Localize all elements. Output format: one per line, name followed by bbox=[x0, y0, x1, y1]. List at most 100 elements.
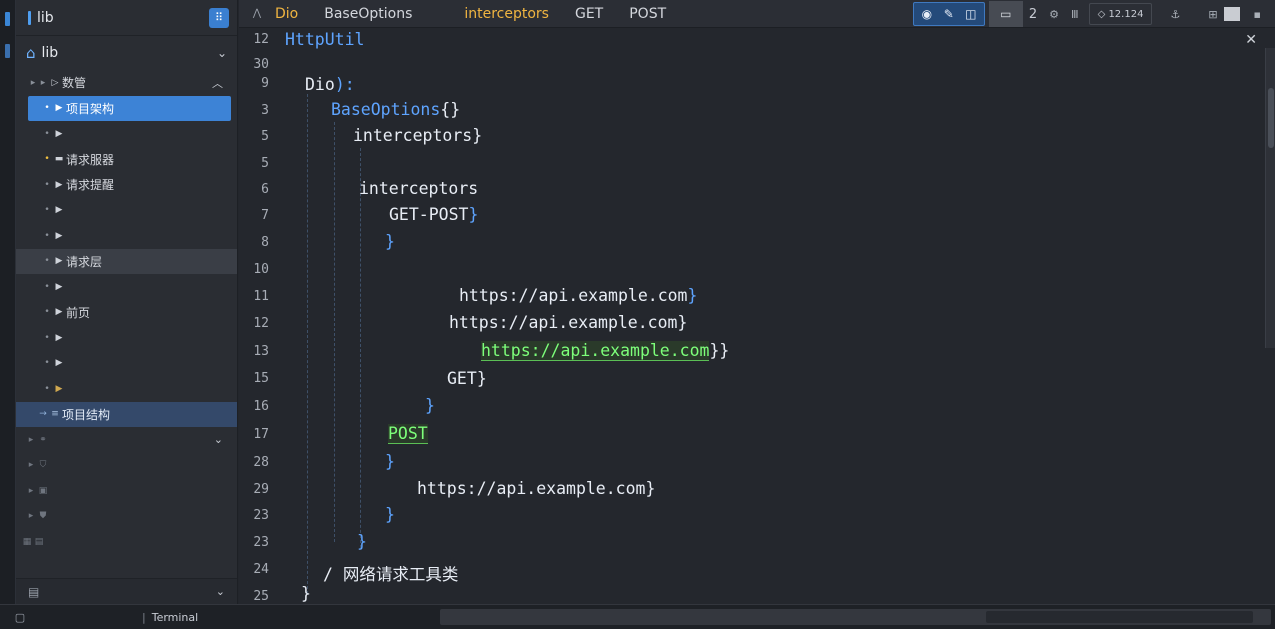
sidebar-title: lib bbox=[37, 9, 54, 26]
line-number: 23 bbox=[253, 508, 269, 523]
bullet-icon: • bbox=[44, 179, 50, 190]
code-token: } bbox=[301, 584, 311, 603]
chevron-up-icon[interactable]: ︿ bbox=[212, 75, 223, 91]
tree-item[interactable]: • ▶ bbox=[16, 198, 237, 224]
activity-bar bbox=[0, 0, 16, 604]
scrollbar-thumb[interactable] bbox=[986, 611, 1253, 623]
code-token: GET bbox=[447, 369, 477, 388]
scrollbar-thumb[interactable] bbox=[1268, 88, 1274, 148]
tree-item-label: 请求提醒 bbox=[66, 178, 115, 193]
project-header[interactable]: ⌂ lib ⌄ bbox=[16, 36, 237, 70]
triangle-right-icon: ▶ bbox=[55, 281, 63, 292]
device-icon[interactable]: ▭ bbox=[988, 1, 1023, 27]
tree-item[interactable]: ▸ ⚭ ⌄ bbox=[16, 427, 237, 453]
triangle-right-icon: ▶ bbox=[55, 383, 63, 394]
tree-item-active[interactable]: → ≡ 项目结构 bbox=[16, 401, 237, 427]
chevron-up-icon[interactable]: ⋀ bbox=[239, 8, 275, 19]
tree-item[interactable]: • ▶ bbox=[16, 325, 237, 351]
line-number: 3 bbox=[261, 103, 269, 118]
code-token: Dio bbox=[305, 75, 335, 94]
editor-scrollbar[interactable] bbox=[1265, 48, 1275, 348]
line-number: 28 bbox=[253, 455, 269, 470]
tree-item[interactable]: • ▶ bbox=[16, 351, 237, 377]
breadcrumb-item[interactable]: Dio bbox=[275, 6, 298, 22]
code-line: } bbox=[301, 584, 311, 603]
project-name: lib bbox=[41, 45, 59, 61]
code-token: } bbox=[476, 369, 487, 388]
code-token: } bbox=[677, 313, 688, 332]
grid-icon[interactable]: ⠿ bbox=[209, 7, 229, 28]
chevron-down-icon[interactable]: ⌄ bbox=[216, 585, 225, 598]
indent-guide bbox=[334, 122, 335, 542]
triangle-right-icon: ▶ bbox=[55, 179, 63, 190]
tree-item[interactable]: • ▶ 请求提醒 bbox=[16, 172, 237, 198]
square-icon[interactable] bbox=[1223, 7, 1240, 21]
code-token: GET-POST bbox=[389, 205, 469, 224]
code-token: } bbox=[719, 341, 730, 360]
tree-item[interactable]: • ▶ bbox=[16, 274, 237, 300]
globe-icon[interactable]: ◉ bbox=[916, 7, 938, 21]
code-token: https://api.example.com bbox=[417, 479, 646, 498]
line-number: 25 bbox=[253, 589, 269, 604]
terminal-tab[interactable]: Terminal bbox=[142, 611, 199, 624]
code-token: } bbox=[425, 396, 435, 415]
breadcrumb-item[interactable]: POST bbox=[629, 6, 666, 22]
line-number: 5 bbox=[261, 129, 269, 144]
code-token: } bbox=[385, 452, 395, 471]
editor-toolbar: ⋀ Dio BaseOptions interceptors GET POST … bbox=[239, 0, 1275, 28]
tree-item[interactable]: ▦ ▤ bbox=[16, 529, 237, 555]
arrow-icon: → bbox=[39, 409, 47, 420]
layout-icon[interactable]: ⊞ bbox=[1202, 8, 1223, 21]
tree-item[interactable]: ▸ ⛉ bbox=[16, 453, 237, 479]
edit-icon[interactable]: ✎ bbox=[938, 7, 960, 21]
triangle-right-icon: ▶ bbox=[55, 205, 63, 216]
position-box[interactable]: ◇ 12.124 bbox=[1088, 3, 1153, 25]
activity-marker[interactable] bbox=[5, 12, 10, 26]
bullet-icon: • bbox=[44, 383, 50, 394]
code-line: interceptors bbox=[359, 179, 478, 198]
line-number: 7 bbox=[261, 208, 269, 223]
code-token: } bbox=[385, 505, 395, 524]
shield-icon: ⛉ bbox=[39, 460, 47, 471]
breadcrumb-item[interactable]: interceptors bbox=[464, 6, 549, 22]
tree-item[interactable]: • ▶ 项目架构 bbox=[28, 95, 231, 121]
code-token: } bbox=[357, 532, 367, 551]
sidebar: lib ⠿ ⌂ lib ⌄ ▸ ▸ ▷ 数管 ︿ • ▶ 项目架构 • ▶ • … bbox=[16, 0, 238, 604]
code-token: } bbox=[468, 205, 479, 224]
code-line: interceptors} bbox=[353, 126, 482, 145]
cursor-position: 12.124 bbox=[1108, 8, 1144, 20]
breadcrumb-item[interactable]: BaseOptions bbox=[324, 6, 412, 22]
breadcrumb-item[interactable]: GET bbox=[575, 6, 603, 22]
chevron-down-icon[interactable]: ⌄ bbox=[214, 433, 223, 446]
bars-icon[interactable]: Ⅲ bbox=[1065, 8, 1085, 21]
anchor-icon[interactable]: ⚓ bbox=[1164, 8, 1186, 21]
settings-icon[interactable]: ⚙ bbox=[1043, 8, 1065, 21]
tree-item[interactable]: • ▶ bbox=[16, 223, 237, 249]
sidebar-footer[interactable]: ▤ ⌄ bbox=[16, 578, 237, 604]
code-token: interceptors bbox=[359, 179, 479, 198]
tree-item[interactable]: • ▶ 前页 bbox=[16, 300, 237, 326]
close-icon[interactable]: ✕ bbox=[1245, 32, 1257, 48]
tree-item[interactable]: • ▶ 请求层 bbox=[16, 248, 237, 274]
code-line: } bbox=[385, 452, 395, 471]
tree-item[interactable]: • ▶ bbox=[16, 376, 237, 402]
tree-item[interactable]: • ▶ bbox=[16, 121, 237, 147]
code-editor[interactable]: 12 30 9 3 5 5 6 7 8 10 11 12 13 15 16 17… bbox=[239, 28, 1275, 604]
tree-item[interactable]: • ▬ 请求服器 bbox=[16, 147, 237, 173]
tree-item[interactable]: ▸ ⛊ bbox=[16, 504, 237, 530]
horizontal-scrollbar[interactable] bbox=[440, 609, 1271, 625]
split-icon[interactable]: ◫ bbox=[960, 7, 982, 21]
code-line: BaseOptions{} bbox=[331, 100, 460, 119]
activity-marker[interactable] bbox=[5, 44, 10, 58]
tree-item[interactable]: ▸ ▣ bbox=[16, 478, 237, 504]
bullet-icon: ▸ bbox=[28, 434, 34, 445]
tree-group[interactable]: ▸ ▸ ▷ 数管 ︿ bbox=[16, 70, 237, 96]
badge-icon: ⛊ bbox=[39, 511, 47, 522]
accent-bar bbox=[28, 10, 31, 25]
bullet-icon: ▸ bbox=[28, 485, 34, 496]
more-icon[interactable]: ▪ bbox=[1248, 8, 1267, 21]
bullet-icon: ▸ bbox=[40, 77, 46, 88]
panel-icon[interactable]: ▢ bbox=[0, 611, 40, 624]
code-line: } bbox=[357, 532, 367, 551]
chevron-down-icon[interactable]: ⌄ bbox=[217, 46, 227, 60]
